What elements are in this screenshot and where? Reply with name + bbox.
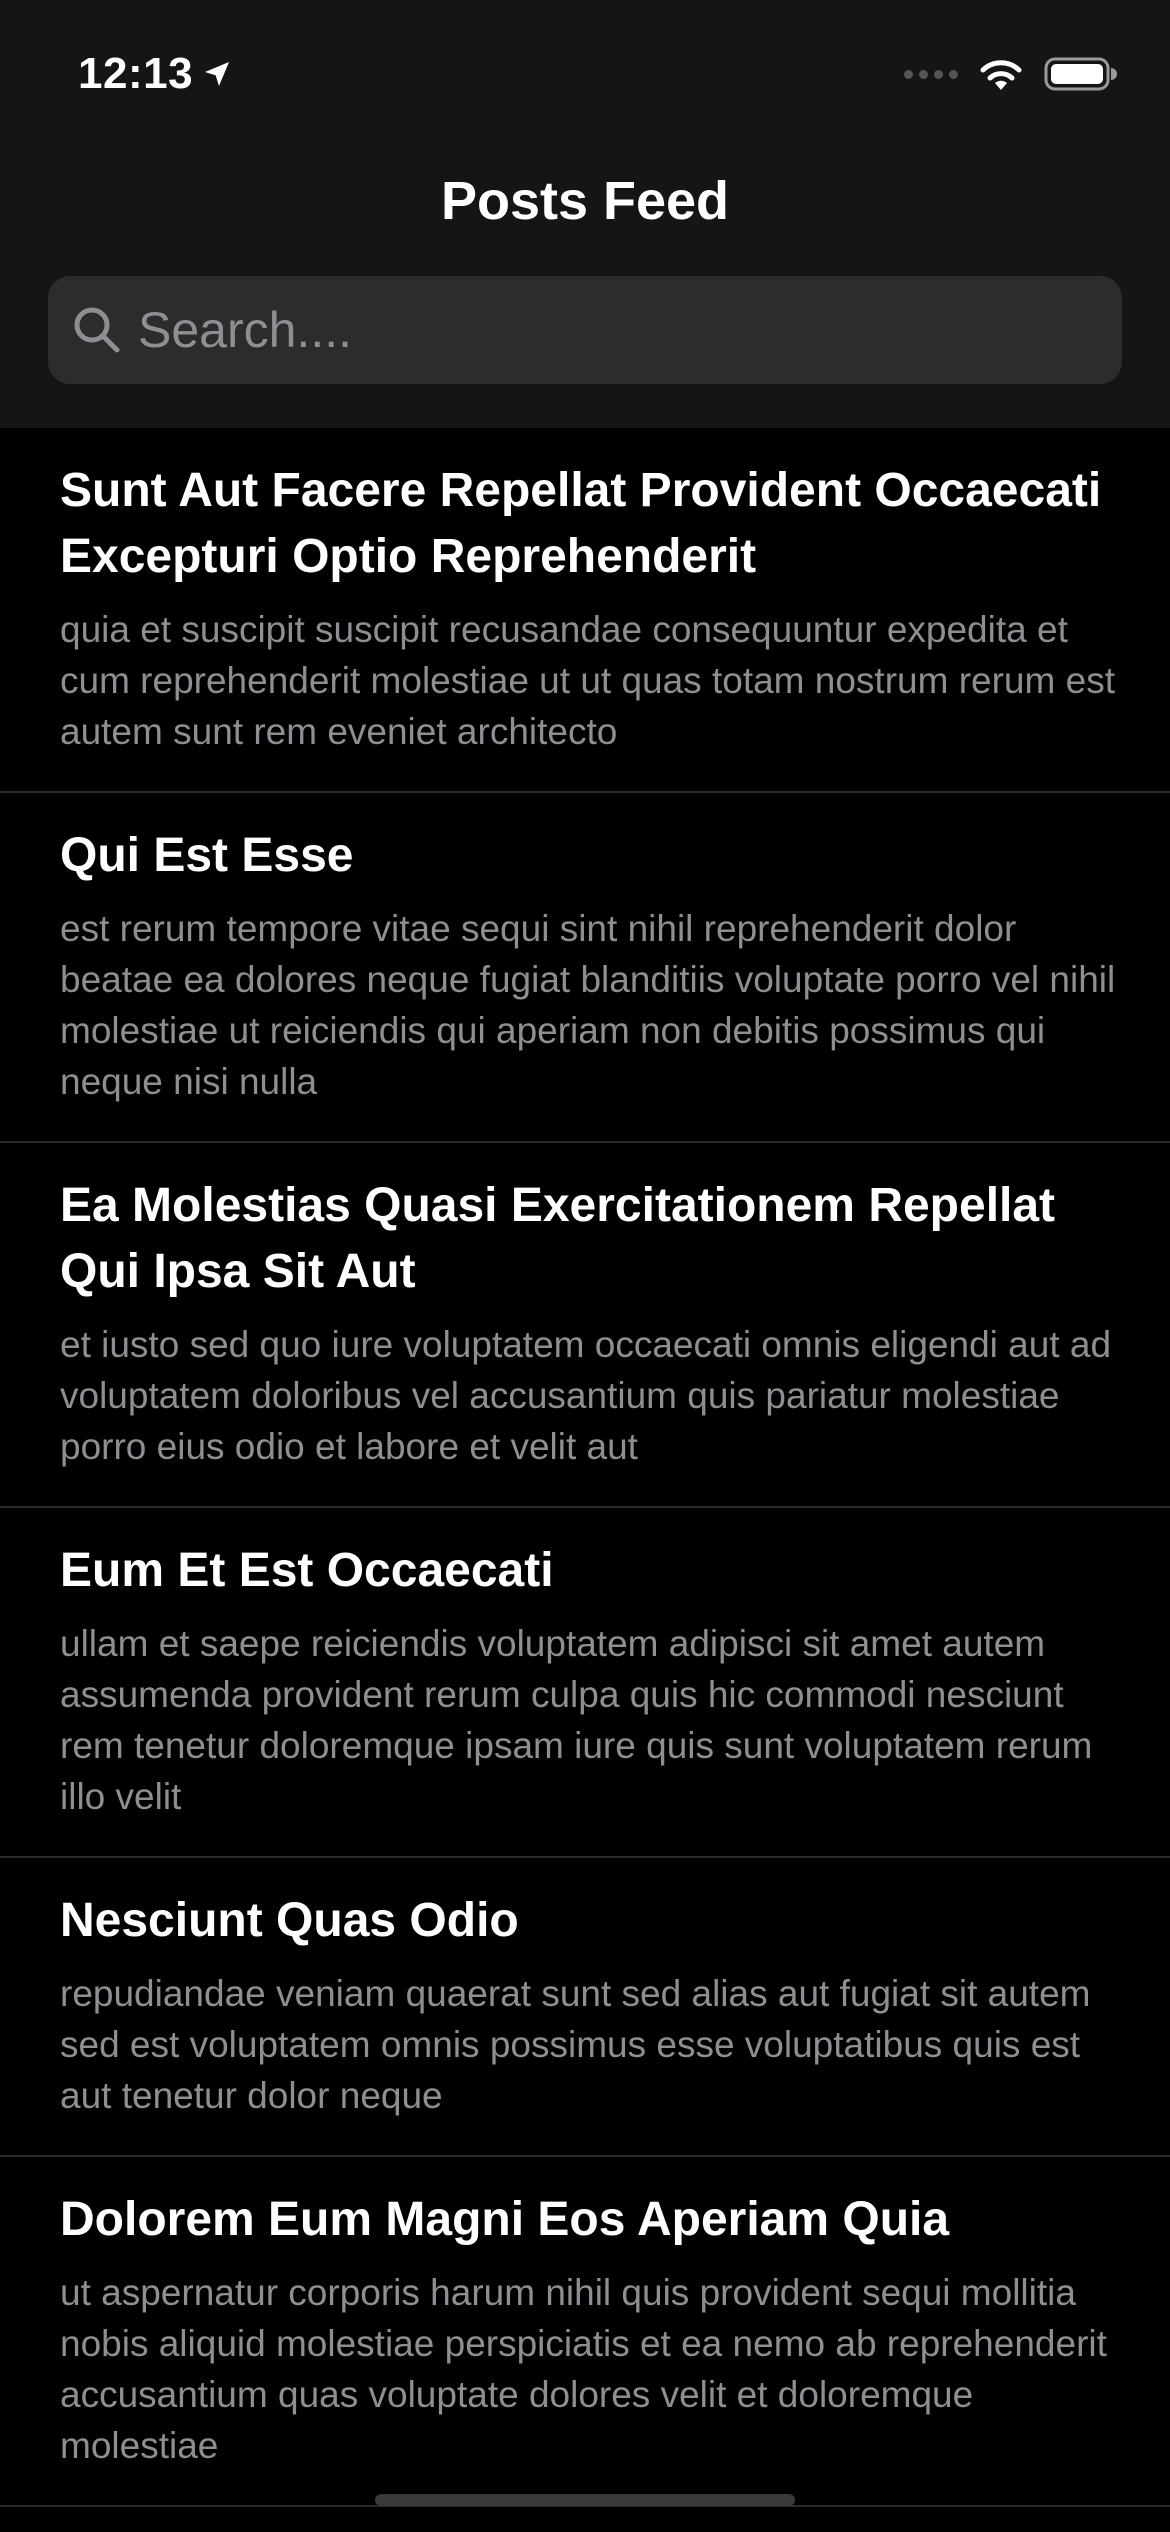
cellular-signal-icon — [904, 69, 958, 79]
post-item[interactable]: Nesciunt Quas Odio repudiandae veniam qu… — [0, 1858, 1170, 2157]
location-arrow-icon — [205, 62, 230, 86]
search-input[interactable] — [138, 290, 1122, 370]
post-title: Qui Est Esse — [60, 829, 354, 882]
post-body: repudiandae veniam quaerat sunt sed alia… — [60, 1973, 1091, 2116]
post-title: Ea Molestias Quasi Exercitationem Repell… — [60, 1179, 1056, 1298]
post-item[interactable]: Sunt Aut Facere Repellat Provident Occae… — [0, 428, 1170, 793]
posts-list: Sunt Aut Facere Repellat Provident Occae… — [0, 428, 1170, 2507]
post-body: ut aspernatur corporis harum nihil quis … — [60, 2272, 1107, 2466]
search-bar[interactable] — [48, 276, 1122, 384]
status-bar: 12:13 — [0, 0, 1170, 140]
post-item[interactable]: Dolorem Eum Magni Eos Aperiam Quia ut as… — [0, 2157, 1170, 2507]
post-title: Nesciunt Quas Odio — [60, 1894, 519, 1947]
post-body: et iusto sed quo iure voluptatem occaeca… — [60, 1324, 1112, 1467]
post-item[interactable]: Eum Et Est Occaecati ullam et saepe reic… — [0, 1508, 1170, 1858]
post-title: Sunt Aut Facere Repellat Provident Occae… — [60, 464, 1102, 583]
status-time-group: 12:13 — [78, 44, 233, 104]
battery-full-icon — [1044, 57, 1117, 91]
post-title: Eum Et Est Occaecati — [60, 1544, 554, 1597]
search-icon — [74, 307, 120, 353]
post-item[interactable]: Ea Molestias Quasi Exercitationem Repell… — [0, 1143, 1170, 1508]
status-time: 12:13 — [78, 49, 194, 98]
post-title: Dolorem Eum Magni Eos Aperiam Quia — [60, 2193, 950, 2246]
post-body: ullam et saepe reiciendis voluptatem adi… — [60, 1623, 1093, 1817]
post-body: est rerum tempore vitae sequi sint nihil… — [60, 908, 1116, 1102]
page-title: Posts Feed — [440, 171, 730, 231]
status-indicators — [904, 52, 1118, 96]
home-indicator[interactable] — [375, 2494, 795, 2506]
post-body: quia et suscipit suscipit recusandae con… — [60, 609, 1115, 752]
header-area: 12:13 Posts Feed — [0, 0, 1170, 428]
post-item[interactable]: Qui Est Esse est rerum tempore vitae seq… — [0, 793, 1170, 1143]
wifi-icon — [980, 60, 1022, 90]
